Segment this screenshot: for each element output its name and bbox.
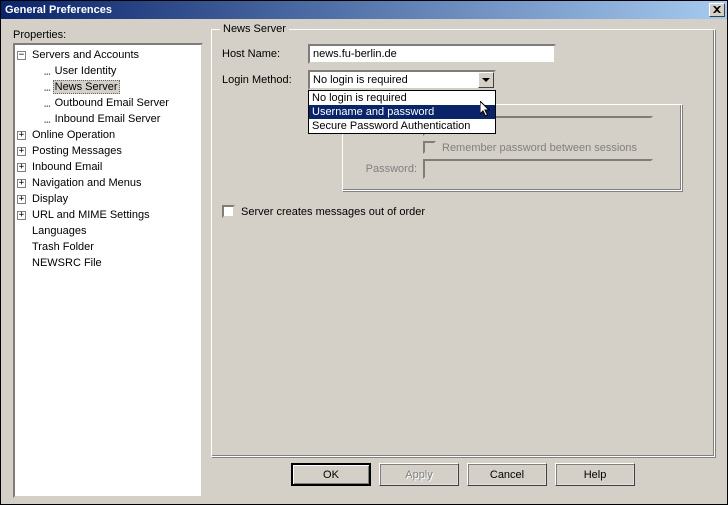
properties-label: Properties: [13,29,203,41]
tree-node-label: Inbound Email Server [53,113,163,125]
tree-node[interactable]: + Inbound Email [15,159,201,175]
tree-node-label: Navigation and Menus [30,177,143,189]
tree-node[interactable]: + URL and MIME Settings [15,207,201,223]
remember-checkbox [423,141,436,154]
window-title: General Preferences [5,4,709,16]
expand-icon[interactable]: + [17,131,26,140]
password-label: Password: [353,163,417,175]
tree-node-label: Online Operation [30,129,117,141]
tree-node[interactable]: …Inbound Email Server [15,111,201,127]
tree-node-label: Servers and Accounts [30,49,141,61]
dialog-buttons: OK Apply Cancel Help [211,457,715,498]
tree-node[interactable]: …Outbound Email Server [15,95,201,111]
tree-node[interactable]: + Navigation and Menus [15,175,201,191]
sidebar: Properties: −Servers and Accounts…User I… [13,29,203,498]
password-row: Password: [353,159,671,179]
login-row: Login Method: No login is required No lo… [222,70,704,90]
tree-node[interactable]: NEWSRC File [15,255,201,271]
title-bar: General Preferences [1,1,727,19]
tree-node[interactable]: …News Server [15,79,201,95]
combo-selected-text: No login is required [310,74,478,86]
tree-node[interactable]: −Servers and Accounts [15,47,201,63]
expand-icon[interactable]: + [17,163,26,172]
remember-row: Remember password between sessions [423,141,671,154]
tree-node-label: Languages [30,225,88,237]
tree-node-label: Trash Folder [30,241,96,253]
properties-tree[interactable]: −Servers and Accounts…User Identity…News… [13,43,203,498]
preferences-window: General Preferences Properties: −Servers… [0,0,728,505]
group-title: News Server [220,23,289,35]
host-name-label: Host Name: [222,48,308,60]
combo-option[interactable]: Username and password [309,105,495,119]
settings-panel: News Server Host Name: Login Method: No … [211,29,715,498]
tree-node-label: NEWSRC File [30,257,104,269]
tree-node-label: URL and MIME Settings [30,209,152,221]
expand-icon[interactable]: + [17,211,26,220]
remember-label: Remember password between sessions [442,142,637,154]
tree-node[interactable]: Trash Folder [15,239,201,255]
login-method-dropdown[interactable]: No login is requiredUsername and passwor… [308,90,496,134]
ok-button[interactable]: OK [291,463,371,486]
tree-node-label: Posting Messages [30,145,124,157]
expand-icon[interactable]: + [17,195,26,204]
combo-option[interactable]: Secure Password Authentication [309,119,495,133]
tree-node[interactable]: Languages [15,223,201,239]
apply-button[interactable]: Apply [379,463,459,486]
tree-node-label: Outbound Email Server [53,97,171,109]
tree-node-label: Display [30,193,70,205]
combo-option[interactable]: No login is required [309,91,495,105]
cancel-button[interactable]: Cancel [467,463,547,486]
out-of-order-row: Server creates messages out of order [222,205,704,218]
help-button[interactable]: Help [555,463,635,486]
collapse-icon[interactable]: − [17,51,26,60]
body: Properties: −Servers and Accounts…User I… [1,19,727,504]
tree-node[interactable]: …User Identity [15,63,201,79]
host-name-input[interactable] [308,44,556,64]
chevron-down-icon[interactable] [478,72,494,88]
login-method-label: Login Method: [222,74,308,86]
tree-node[interactable]: + Online Operation [15,127,201,143]
tree-node-label: User Identity [53,65,119,77]
out-of-order-checkbox[interactable] [222,205,235,218]
tree-node[interactable]: + Display [15,191,201,207]
tree-node-label: News Server [53,80,120,94]
tree-node-label: Inbound Email [30,161,104,173]
login-method-combo[interactable]: No login is required No login is require… [308,70,496,90]
tree-node[interactable]: + Posting Messages [15,143,201,159]
expand-icon[interactable]: + [17,147,26,156]
host-row: Host Name: [222,44,704,64]
expand-icon[interactable]: + [17,179,26,188]
out-of-order-label: Server creates messages out of order [241,206,425,218]
close-button[interactable] [709,3,725,17]
news-server-group: News Server Host Name: Login Method: No … [211,29,715,457]
password-input [423,159,653,179]
